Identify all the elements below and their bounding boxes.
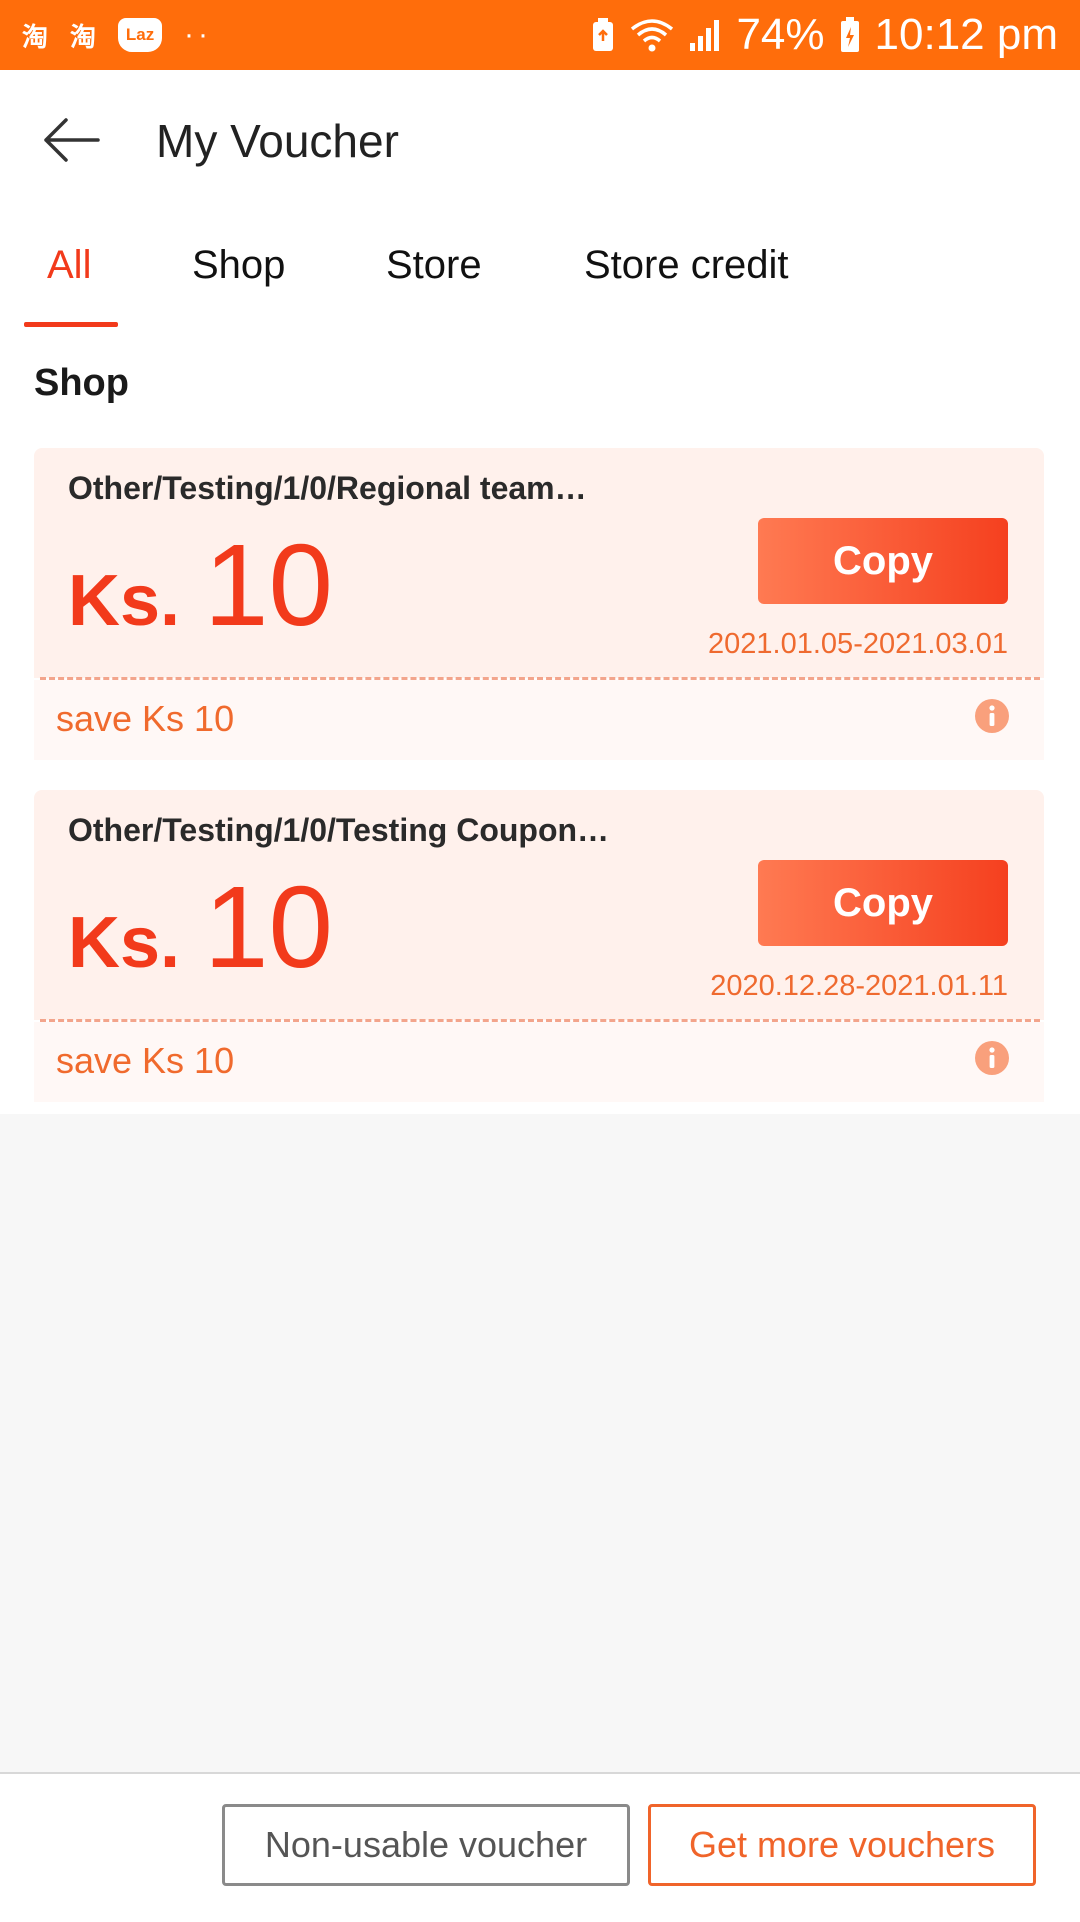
- section-title: Shop: [34, 362, 129, 404]
- back-button[interactable]: [38, 110, 104, 170]
- status-bar-right: 74% 10:12 pm: [590, 10, 1058, 60]
- voucher-amount: Ks. 10: [68, 860, 333, 994]
- taobao-icon: 淘: [22, 22, 49, 53]
- header: My Voucher: [0, 70, 1080, 210]
- info-icon[interactable]: [974, 1040, 1010, 1076]
- voucher-name: Other/Testing/1/0/Regional team…: [68, 470, 587, 506]
- copy-button[interactable]: Copy: [758, 860, 1008, 946]
- tab-store-credit[interactable]: Store credit: [584, 243, 789, 288]
- voucher-validity: 2021.01.05-2021.03.01: [708, 628, 1008, 660]
- battery-percent: 74%: [736, 10, 825, 59]
- voucher-validity: 2020.12.28-2021.01.11: [710, 970, 1008, 1002]
- status-bar-left: 淘 淘 Laz ··: [22, 17, 212, 54]
- battery-charging-icon: [839, 16, 861, 54]
- voucher-name: Other/Testing/1/0/Testing Coupon…: [68, 812, 610, 848]
- voucher-currency: Ks.: [68, 903, 181, 983]
- wifi-icon: [630, 17, 674, 53]
- battery-saver-icon: [590, 17, 616, 53]
- bottom-action-bar: Non-usable voucher Get more vouchers: [0, 1772, 1080, 1922]
- info-icon[interactable]: [974, 698, 1010, 734]
- tab-all[interactable]: All: [47, 243, 91, 288]
- taobao-icon: 淘: [70, 22, 97, 53]
- voucher-value: 10: [204, 520, 334, 650]
- more-notifications-icon: ··: [184, 18, 213, 51]
- signal-icon: [688, 17, 722, 53]
- voucher-tabs: All Shop Store Store credit: [0, 215, 1080, 327]
- voucher-card-bottom: save Ks 10: [34, 1022, 1044, 1102]
- voucher-amount: Ks. 10: [68, 518, 333, 652]
- voucher-card-top: Other/Testing/1/0/Testing Coupon… Ks. 10…: [34, 790, 1044, 1020]
- non-usable-voucher-button[interactable]: Non-usable voucher: [222, 1804, 630, 1886]
- arrow-left-icon: [44, 118, 100, 162]
- voucher-save-text: save Ks 10: [56, 1040, 235, 1081]
- voucher-card: Other/Testing/1/0/Regional team… Ks. 10 …: [34, 448, 1044, 760]
- tab-shop[interactable]: Shop: [192, 243, 285, 288]
- active-tab-indicator: [24, 322, 118, 327]
- lazada-icon: Laz: [118, 18, 163, 52]
- get-more-vouchers-button[interactable]: Get more vouchers: [648, 1804, 1036, 1886]
- voucher-value: 10: [204, 862, 334, 992]
- tab-store[interactable]: Store: [386, 243, 482, 288]
- page-title: My Voucher: [156, 115, 399, 167]
- copy-button[interactable]: Copy: [758, 518, 1008, 604]
- clock: 10:12 pm: [874, 10, 1058, 59]
- voucher-card-bottom: save Ks 10: [34, 680, 1044, 760]
- voucher-currency: Ks.: [68, 561, 181, 641]
- voucher-card-top: Other/Testing/1/0/Regional team… Ks. 10 …: [34, 448, 1044, 678]
- voucher-card: Other/Testing/1/0/Testing Coupon… Ks. 10…: [34, 790, 1044, 1102]
- voucher-save-text: save Ks 10: [56, 698, 235, 739]
- status-bar: 淘 淘 Laz ·· 74% 10:12 pm: [0, 0, 1080, 70]
